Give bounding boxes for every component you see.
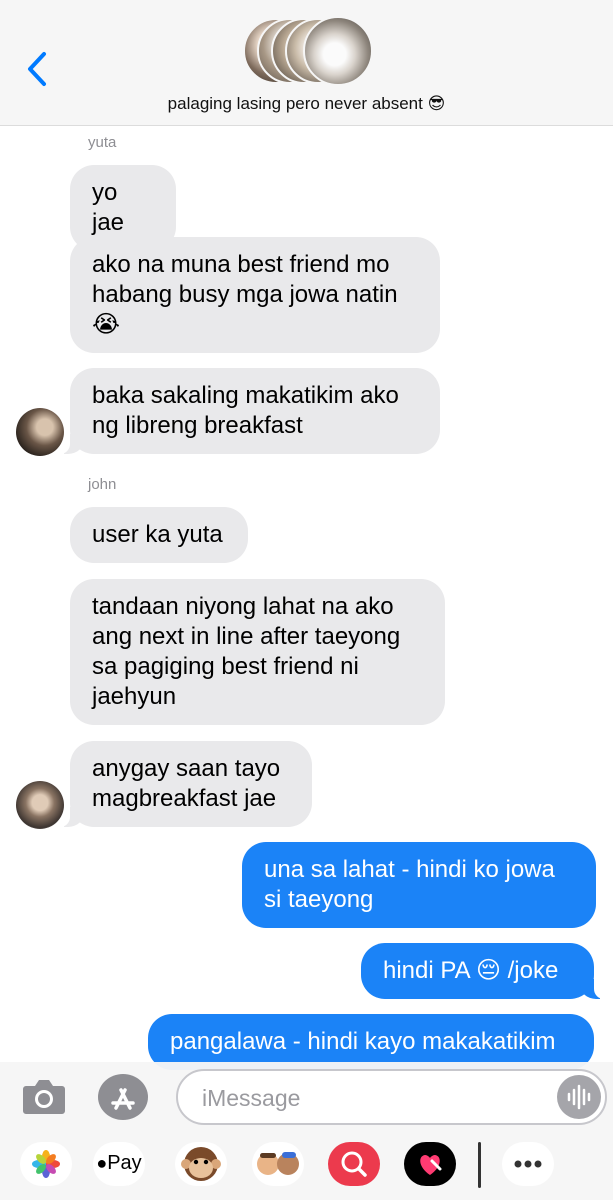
compose-bar: iMessage	[0, 1062, 613, 1132]
divider	[478, 1142, 481, 1188]
group-avatars[interactable]	[243, 16, 373, 86]
chevron-left-icon[interactable]	[22, 48, 52, 90]
audio-message-icon[interactable]	[557, 1075, 601, 1119]
apple-pay-icon[interactable]: ●Pay	[93, 1142, 145, 1186]
more-apps-icon[interactable]	[502, 1142, 554, 1186]
avatar[interactable]	[16, 408, 64, 456]
photos-icon[interactable]	[20, 1142, 72, 1186]
digital-touch-icon[interactable]	[404, 1142, 456, 1186]
message-bubble[interactable]: hindi PA 😔 /joke	[361, 943, 604, 999]
animoji-icon[interactable]	[175, 1142, 227, 1186]
message-input-placeholder: iMessage	[202, 1085, 301, 1111]
message-bubble[interactable]: una sa lahat - hindi ko jowa si taeyong	[242, 842, 596, 928]
message-bubble[interactable]: ako na muna best friend mo habang busy m…	[70, 237, 440, 353]
message-bubble[interactable]: baka sakaling makatikim ako ng libreng b…	[60, 368, 440, 454]
conversation-header: palaging lasing pero never absent 😎	[0, 0, 613, 126]
message-bubble[interactable]: tandaan niyong lahat na ako ang next in …	[70, 579, 445, 725]
sender-name: yuta	[88, 134, 117, 151]
message-input[interactable]: iMessage	[176, 1069, 607, 1125]
group-title[interactable]: palaging lasing pero never absent 😎	[0, 94, 613, 114]
app-drawer: ●Pay	[0, 1132, 613, 1200]
memoji-icon[interactable]	[252, 1142, 304, 1186]
apple-pay-label: ●Pay	[96, 1152, 142, 1174]
sender-name: john	[88, 476, 117, 493]
avatar[interactable]	[16, 781, 64, 829]
app-store-icon[interactable]	[98, 1074, 148, 1120]
camera-icon[interactable]	[22, 1076, 66, 1116]
message-bubble[interactable]: user ka yuta	[70, 507, 248, 563]
image-search-icon[interactable]	[328, 1142, 380, 1186]
message-bubble[interactable]: anygay saan tayo magbreakfast jae	[60, 741, 312, 827]
avatar	[303, 16, 373, 86]
